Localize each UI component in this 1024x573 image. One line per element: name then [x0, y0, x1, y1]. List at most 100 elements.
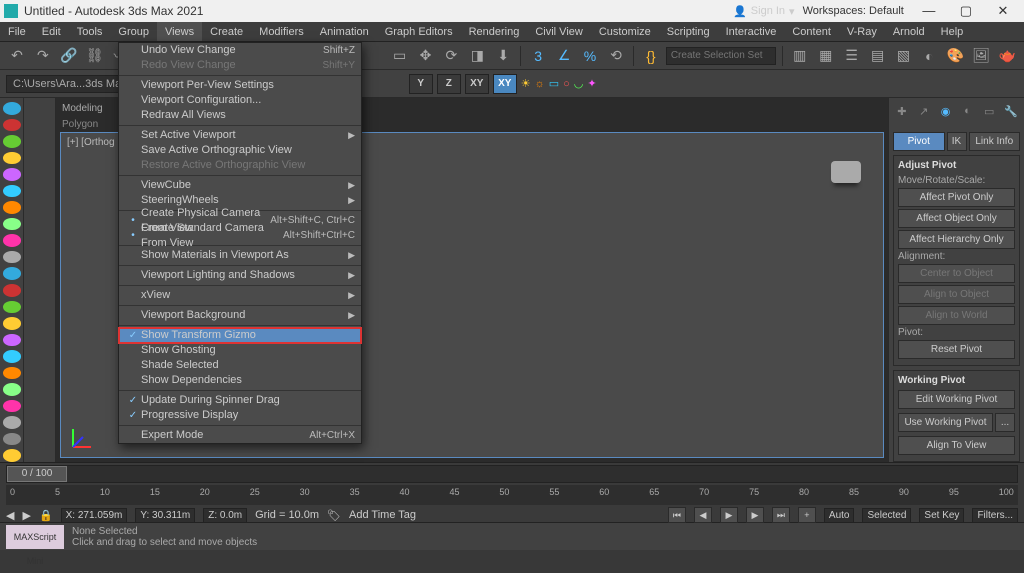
- left-tool-11[interactable]: [3, 284, 21, 297]
- display-tab-icon[interactable]: ▭: [980, 102, 998, 120]
- left-tool-15[interactable]: [3, 350, 21, 363]
- utilities-tab-icon[interactable]: 🔧: [1002, 102, 1020, 120]
- vray-light-icon[interactable]: ☀: [521, 77, 531, 90]
- minimize-button[interactable]: —: [912, 3, 946, 18]
- left-tool-2[interactable]: [3, 135, 21, 148]
- coord-x[interactable]: X: 271.059m: [61, 508, 128, 523]
- menu-graph-editors[interactable]: Graph Editors: [377, 22, 461, 41]
- left-tool-21[interactable]: [3, 449, 21, 462]
- adjust-pivot-header[interactable]: Adjust Pivot: [898, 160, 1015, 171]
- axis-z-button[interactable]: Z: [437, 74, 461, 94]
- menu-item-viewport-configuration-[interactable]: Viewport Configuration...: [119, 93, 361, 108]
- menu-arnold[interactable]: Arnold: [885, 22, 933, 41]
- menu-item-create-standard-camera-from-view[interactable]: •Create Standard Camera From ViewAlt+Shi…: [119, 228, 361, 243]
- menu-group[interactable]: Group: [110, 22, 157, 41]
- left-tool-13[interactable]: [3, 317, 21, 330]
- placement-icon[interactable]: ⬇: [492, 45, 514, 67]
- vray-ies-icon[interactable]: ✦: [587, 77, 596, 90]
- menu-customize[interactable]: Customize: [591, 22, 659, 41]
- maxscript-mini-listener[interactable]: MAXScript Mini: [6, 525, 64, 549]
- key-filters-button[interactable]: Filters...: [972, 508, 1018, 523]
- menu-animation[interactable]: Animation: [312, 22, 377, 41]
- viewcube[interactable]: [831, 161, 861, 183]
- axis-y-button[interactable]: Y: [409, 74, 433, 94]
- menu-item-redraw-all-views[interactable]: Redraw All Views: [119, 108, 361, 123]
- rotate-icon[interactable]: ⟳: [440, 45, 462, 67]
- add-time-tag[interactable]: Add Time Tag: [349, 509, 416, 521]
- time-slider-handle[interactable]: 0 / 100: [7, 466, 67, 482]
- left-tool-20[interactable]: [3, 433, 21, 446]
- left-tool-9[interactable]: [3, 251, 21, 264]
- layer-icon[interactable]: ☰: [841, 45, 863, 67]
- time-ruler[interactable]: 0510152025303540455055606570758085909510…: [6, 485, 1018, 505]
- goto-end-icon[interactable]: ⏭: [772, 507, 790, 523]
- modeling-tab[interactable]: Modeling: [62, 103, 103, 114]
- render-setup-icon[interactable]: 🎨: [944, 45, 966, 67]
- signin-button[interactable]: 👤Sign In▾: [733, 5, 794, 18]
- goto-start-icon[interactable]: ⏮: [668, 507, 686, 523]
- curve-editor-icon[interactable]: ▤: [867, 45, 889, 67]
- autokey-button[interactable]: Auto: [824, 508, 855, 523]
- key-mode-icon[interactable]: +: [798, 507, 816, 523]
- link-info-button[interactable]: Link Info: [969, 132, 1021, 151]
- schematic-icon[interactable]: {}: [640, 45, 662, 67]
- edit-working-pivot-button[interactable]: Edit Working Pivot: [898, 390, 1015, 409]
- affect-object-only-button[interactable]: Affect Object Only: [898, 209, 1015, 228]
- align-to-world-button[interactable]: Align to World: [898, 306, 1015, 325]
- menu-item-viewport-per-view-settings[interactable]: Viewport Per-View Settings: [119, 78, 361, 93]
- viewport-label[interactable]: [+] [Orthog: [67, 137, 115, 148]
- menu-item-progressive-display[interactable]: ✓Progressive Display: [119, 408, 361, 423]
- modify-tab-icon[interactable]: ↗: [915, 102, 933, 120]
- axis-xy-button[interactable]: XY: [465, 74, 489, 94]
- play-icon[interactable]: ▶: [720, 507, 738, 523]
- lock-icon[interactable]: 🔒: [39, 509, 53, 522]
- redo-icon[interactable]: ↷: [32, 45, 54, 67]
- working-pivot-header[interactable]: Working Pivot: [898, 375, 1015, 386]
- left-tool-4[interactable]: [3, 168, 21, 181]
- move-icon[interactable]: ✥: [415, 45, 437, 67]
- angle-snap-icon[interactable]: ∠: [553, 45, 575, 67]
- left-tool-19[interactable]: [3, 416, 21, 429]
- menu-create[interactable]: Create: [202, 22, 251, 41]
- menu-item-shade-selected[interactable]: Shade Selected: [119, 358, 361, 373]
- selection-set-input[interactable]: [666, 47, 776, 65]
- menu-item-viewport-lighting-and-shadows[interactable]: Viewport Lighting and Shadows▶: [119, 268, 361, 283]
- menu-scripting[interactable]: Scripting: [659, 22, 718, 41]
- pivot-button[interactable]: Pivot: [893, 132, 945, 151]
- menu-civil-view[interactable]: Civil View: [527, 22, 590, 41]
- select-icon[interactable]: ▭: [389, 45, 411, 67]
- menu-file[interactable]: File: [0, 22, 34, 41]
- align-to-view-button[interactable]: Align To View: [898, 436, 1015, 455]
- percent-snap-icon[interactable]: %: [579, 45, 601, 67]
- menu-interactive[interactable]: Interactive: [718, 22, 785, 41]
- menu-item-save-active-orthographic-view[interactable]: Save Active Orthographic View: [119, 143, 361, 158]
- vray-dome-icon[interactable]: ◡: [574, 77, 584, 90]
- affect-pivot-only-button[interactable]: Affect Pivot Only: [898, 188, 1015, 207]
- left-tool-8[interactable]: [3, 234, 21, 247]
- menu-item-undo-view-change[interactable]: Undo View ChangeShift+Z: [119, 43, 361, 58]
- menu-item-show-materials-in-viewport-as[interactable]: Show Materials in Viewport As▶: [119, 248, 361, 263]
- schematic-view-icon[interactable]: ▧: [893, 45, 915, 67]
- align-icon[interactable]: ▦: [815, 45, 837, 67]
- coord-z[interactable]: Z: 0.0m: [203, 508, 247, 523]
- unlink-icon[interactable]: ⛓: [84, 45, 106, 67]
- axis-xy2-button[interactable]: XY: [493, 74, 517, 94]
- vray-sun-icon[interactable]: ☼: [535, 78, 545, 90]
- link-icon[interactable]: 🔗: [58, 45, 80, 67]
- reset-pivot-button[interactable]: Reset Pivot: [898, 340, 1015, 359]
- snap-icon[interactable]: 3: [527, 45, 549, 67]
- menu-edit[interactable]: Edit: [34, 22, 69, 41]
- menu-item-show-dependencies[interactable]: Show Dependencies: [119, 373, 361, 388]
- render-icon[interactable]: 🫖: [996, 45, 1018, 67]
- menu-modifiers[interactable]: Modifiers: [251, 22, 312, 41]
- spinner-snap-icon[interactable]: ⟲: [605, 45, 627, 67]
- menu-views[interactable]: Views: [157, 22, 202, 41]
- menu-v-ray[interactable]: V-Ray: [839, 22, 885, 41]
- working-pivot-more-button[interactable]: ...: [995, 413, 1015, 432]
- use-working-pivot-button[interactable]: Use Working Pivot: [898, 413, 993, 432]
- menu-item-show-ghosting[interactable]: Show Ghosting: [119, 343, 361, 358]
- menu-item-show-transform-gizmo[interactable]: ✓Show Transform Gizmo: [119, 328, 361, 343]
- prev-frame-icon[interactable]: ◀: [694, 507, 712, 523]
- menu-tools[interactable]: Tools: [69, 22, 111, 41]
- menu-item-update-during-spinner-drag[interactable]: ✓Update During Spinner Drag: [119, 393, 361, 408]
